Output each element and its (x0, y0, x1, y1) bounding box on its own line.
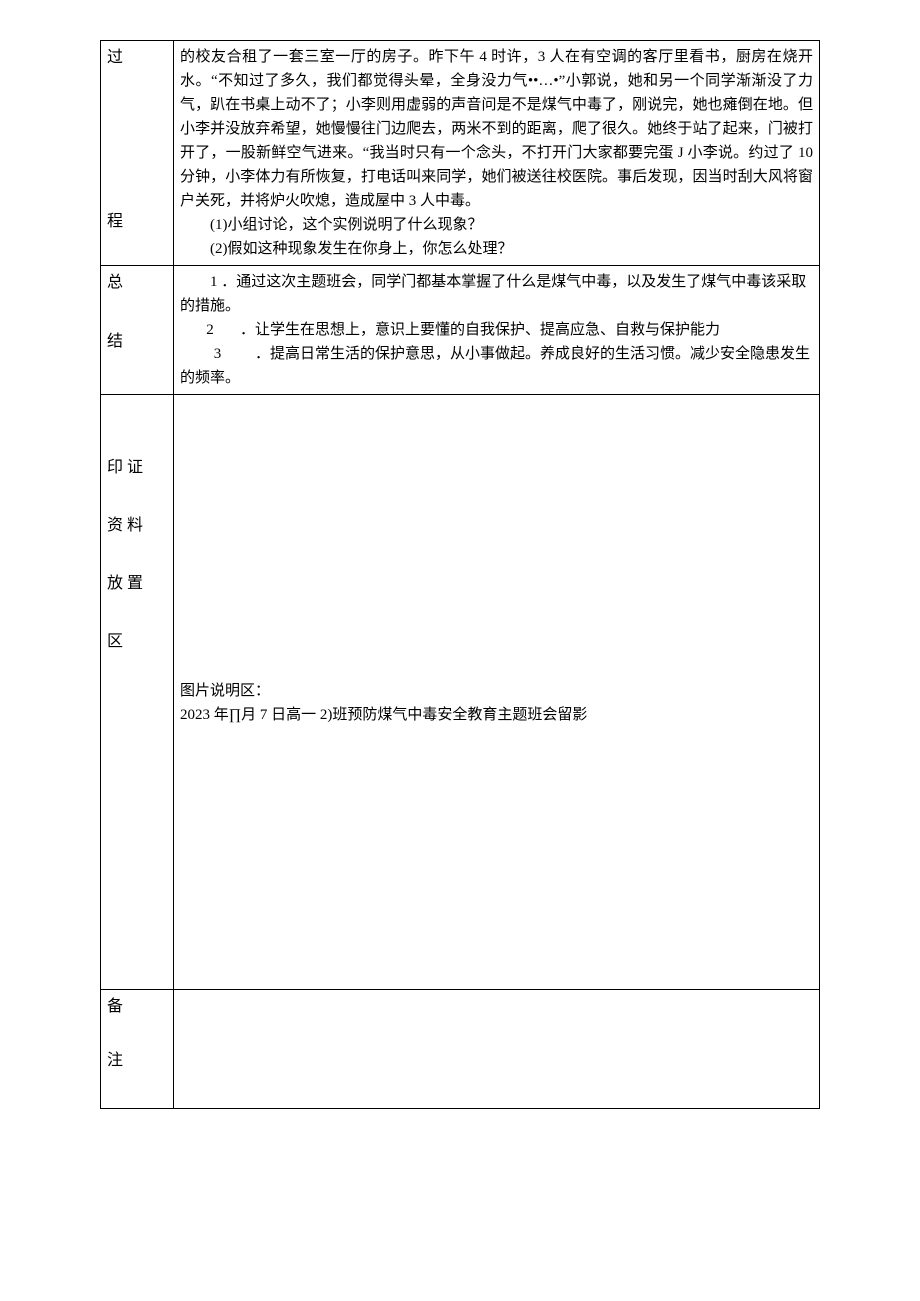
label-char: 过 (107, 45, 167, 71)
question-2: (2)假如这种现象发生在你身上，你怎么处理？ (180, 237, 813, 261)
label-char: 总 (107, 270, 167, 296)
label-char: 备 (107, 994, 167, 1020)
summary-item-1: 1 ．通过这次主题班会，同学门都基本掌握了什么是煤气中毒，以及发生了煤气中毒该采… (180, 270, 813, 318)
summary-item-2: 2．让学生在思想上，意识上要懂的自我保护、提高应急、自救与保护能力 (180, 318, 813, 342)
remark-content (174, 990, 820, 1109)
question-1: (1)小组讨论，这个实例说明了什么现象？ (180, 213, 813, 237)
summary-item-3: 3．提高日常生活的保护意思，从小事做起。养成良好的生活习惯。减少安全隐患发生的频… (180, 342, 813, 390)
row-label-remark: 备 注 (101, 990, 174, 1109)
summary-item-3-num: 3 (180, 342, 255, 366)
label-line: 资 料 (107, 513, 167, 539)
label-char: 结 (107, 329, 167, 355)
summary-item-2-text: ．让学生在思想上，意识上要懂的自我保护、提高应急、自救与保护能力 (240, 322, 720, 338)
story-text: 的校友合租了一套三室一厅的房子。昨下午 4 时许，3 人在有空调的客厅里看书，厨… (180, 45, 813, 213)
label-char: 程 (107, 209, 167, 235)
caption-text: 2023 年∏月 7 日高一 2)班预防煤气中毒安全教育主题班会留影 (180, 703, 813, 727)
label-line: 放 置 (107, 571, 167, 597)
label-line: 区 (107, 629, 167, 655)
summary-content: 1 ．通过这次主题班会，同学门都基本掌握了什么是煤气中毒，以及发生了煤气中毒该采… (174, 266, 820, 395)
label-char: 注 (107, 1048, 167, 1074)
document-page: 过 程 的校友合租了一套三室一厅的房子。昨下午 4 时许，3 人在有空调的客厅里… (100, 40, 820, 1109)
summary-item-2-num: 2 (180, 318, 240, 342)
row-label-summary: 总 结 (101, 266, 174, 395)
row-label-process: 过 程 (101, 41, 174, 266)
summary-item-3-text: ．提高日常生活的保护意思，从小事做起。养成良好的生活习惯。减少安全隐患发生的频率… (180, 346, 810, 386)
label-line: 印 证 (107, 455, 167, 481)
row-label-evidence: 印 证 资 料 放 置 区 (101, 395, 174, 990)
evidence-content: 图片说明区： 2023 年∏月 7 日高一 2)班预防煤气中毒安全教育主题班会留… (174, 395, 820, 990)
caption-block: 图片说明区： 2023 年∏月 7 日高一 2)班预防煤气中毒安全教育主题班会留… (180, 399, 813, 727)
caption-label: 图片说明区： (180, 679, 813, 703)
process-content: 的校友合租了一套三室一厅的房子。昨下午 4 时许，3 人在有空调的客厅里看书，厨… (174, 41, 820, 266)
document-table: 过 程 的校友合租了一套三室一厅的房子。昨下午 4 时许，3 人在有空调的客厅里… (100, 40, 820, 1109)
